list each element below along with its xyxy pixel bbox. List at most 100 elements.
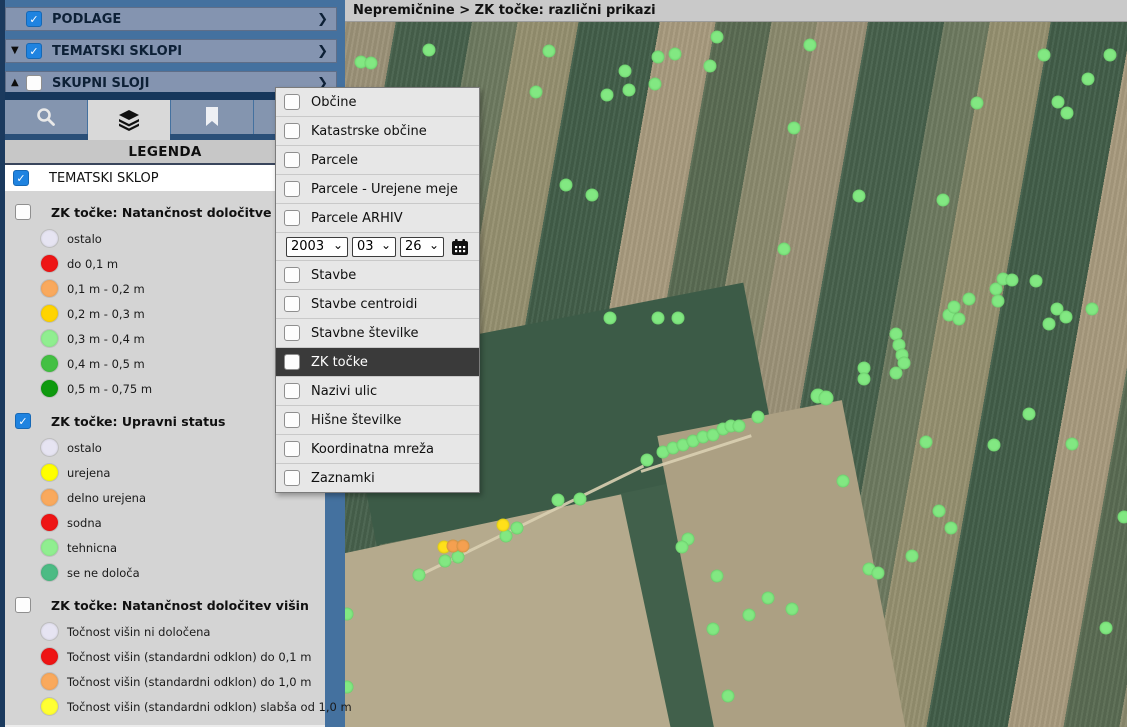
- layer-checkbox[interactable]: [284, 470, 300, 486]
- layer-checkbox[interactable]: [284, 267, 300, 283]
- layer-menu-item[interactable]: Hišne številke: [276, 406, 479, 435]
- layer-checkbox[interactable]: [284, 152, 300, 168]
- layer-group-checkbox[interactable]: ✓: [26, 11, 42, 27]
- gis-application: Nepremičnine > ZK točke: različni prikaz…: [0, 0, 1127, 727]
- zk-point-marker: [345, 608, 354, 621]
- zk-point-marker: [819, 391, 834, 406]
- breadcrumb-text: Nepremičnine > ZK točke: različni prikaz…: [353, 3, 656, 18]
- zk-point-marker: [853, 190, 866, 203]
- legend-color-dot-icon: [41, 439, 58, 456]
- layer-group-label: TEMATSKI SKLOPI: [52, 44, 182, 59]
- layer-menu-item[interactable]: Katastrske občine: [276, 117, 479, 146]
- layer-group-header[interactable]: ✓ PODLAGE ❯: [5, 7, 337, 31]
- layer-checkbox[interactable]: [284, 123, 300, 139]
- legend-item: tehnicna: [5, 535, 325, 560]
- zk-point-marker: [920, 436, 933, 449]
- layer-menu-item[interactable]: Stavbe: [276, 261, 479, 290]
- tematski-sklop-checkbox[interactable]: ✓: [13, 170, 29, 186]
- zk-point-marker: [1082, 73, 1095, 86]
- chevron-right-icon[interactable]: ❯: [317, 44, 328, 59]
- zk-point-marker: [413, 569, 426, 582]
- zk-point-marker: [601, 89, 614, 102]
- zk-point-marker: [1086, 303, 1099, 316]
- zk-point-marker: [574, 493, 587, 506]
- legend-section-checkbox[interactable]: [15, 597, 31, 613]
- zk-point-marker: [623, 84, 636, 97]
- layer-menu-item[interactable]: Stavbne številke: [276, 319, 479, 348]
- layer-group-checkbox[interactable]: [26, 75, 42, 91]
- layer-menu-item[interactable]: Koordinatna mreža: [276, 435, 479, 464]
- layer-menu-item[interactable]: ZK točke: [276, 348, 479, 377]
- legend-item: Točnost višin (standardni odklon) do 0,1…: [5, 644, 325, 669]
- tab-bookmark[interactable]: [171, 100, 253, 134]
- archive-year-select[interactable]: 2003 ⌄: [286, 237, 348, 257]
- calendar-button[interactable]: [450, 237, 470, 257]
- legend-item-label: 0,5 m - 0,75 m: [67, 382, 152, 396]
- layer-checkbox[interactable]: [284, 383, 300, 399]
- layer-menu-item[interactable]: Parcele - Urejene meje: [276, 175, 479, 204]
- zk-point-marker: [672, 312, 685, 325]
- zk-point-marker: [778, 243, 791, 256]
- layer-label: Hišne številke: [311, 413, 401, 428]
- layer-checkbox[interactable]: [284, 354, 300, 370]
- layer-label: ZK točke: [311, 355, 368, 370]
- layer-menu-item[interactable]: Zaznamki: [276, 464, 479, 492]
- archive-year-value: 2003: [291, 239, 324, 254]
- tab-search[interactable]: [5, 100, 87, 134]
- legend-section-checkbox[interactable]: [15, 204, 31, 220]
- legend-section: ZK točke: Natančnost določitev višin Toč…: [5, 593, 325, 719]
- sidebar-left-strip: [0, 0, 5, 727]
- layer-label: Katastrske občine: [311, 124, 427, 139]
- layer-menu-item[interactable]: Nazivi ulic: [276, 377, 479, 406]
- zk-point-marker: [906, 550, 919, 563]
- tab-layers[interactable]: [88, 100, 170, 140]
- legend-color-dot-icon: [41, 673, 58, 690]
- layer-menu-item[interactable]: Stavbe centroidi: [276, 290, 479, 319]
- layer-group-label: SKUPNI SLOJI: [52, 76, 149, 91]
- zk-point-marker: [586, 189, 599, 202]
- layer-checkbox[interactable]: [284, 441, 300, 457]
- legend-item-label: ostalo: [67, 232, 102, 246]
- chevron-right-icon[interactable]: ❯: [317, 12, 328, 27]
- layer-checkbox[interactable]: [284, 94, 300, 110]
- legend-section-checkbox[interactable]: ✓: [15, 413, 31, 429]
- legend-color-dot-icon: [41, 464, 58, 481]
- archive-day-select[interactable]: 26 ⌄: [400, 237, 444, 257]
- layer-menu-item[interactable]: Parcele: [276, 146, 479, 175]
- zk-point-marker: [933, 505, 946, 518]
- breadcrumb: Nepremičnine > ZK točke: različni prikaz…: [345, 0, 1127, 22]
- zk-point-marker: [1038, 49, 1051, 62]
- layer-checkbox[interactable]: [284, 412, 300, 428]
- layer-checkbox[interactable]: [284, 210, 300, 226]
- collapse-arrow-icon[interactable]: ▼: [11, 46, 26, 56]
- collapse-arrow-icon[interactable]: ▲: [11, 78, 26, 88]
- legend-color-dot-icon: [41, 564, 58, 581]
- legend-item: Točnost višin (standardni odklon) slabša…: [5, 694, 325, 719]
- zk-point-marker: [530, 86, 543, 99]
- zk-point-marker: [762, 592, 775, 605]
- zk-point-marker: [890, 367, 903, 380]
- legend-color-dot-icon: [41, 280, 58, 297]
- legend-color-dot-icon: [41, 305, 58, 322]
- zk-point-marker: [804, 39, 817, 52]
- zk-point-marker: [649, 78, 662, 91]
- archive-month-select[interactable]: 03 ⌄: [352, 237, 396, 257]
- layer-menu-item[interactable]: Parcele ARHIV: [276, 204, 479, 233]
- layer-label: Parcele - Urejene meje: [311, 182, 458, 197]
- zk-point-marker: [1100, 622, 1113, 635]
- layer-label: Občine: [311, 95, 356, 110]
- legend-section-label: ZK točke: Upravni status: [51, 414, 225, 429]
- legend-item-label: se ne določa: [67, 566, 140, 580]
- layer-group-checkbox[interactable]: ✓: [26, 43, 42, 59]
- layer-group-label: PODLAGE: [52, 12, 121, 27]
- layer-group-header[interactable]: ▼ ✓ TEMATSKI SKLOPI ❯: [5, 39, 337, 63]
- layer-label: Stavbe centroidi: [311, 297, 417, 312]
- layer-checkbox[interactable]: [284, 181, 300, 197]
- legend-item-label: 0,3 m - 0,4 m: [67, 332, 145, 346]
- zk-point-marker: [652, 51, 665, 64]
- layer-checkbox[interactable]: [284, 325, 300, 341]
- legend-item-label: Točnost višin (standardni odklon) do 0,1…: [67, 650, 311, 664]
- layer-menu-item[interactable]: Občine: [276, 88, 479, 117]
- layer-checkbox[interactable]: [284, 296, 300, 312]
- zk-point-marker: [743, 609, 756, 622]
